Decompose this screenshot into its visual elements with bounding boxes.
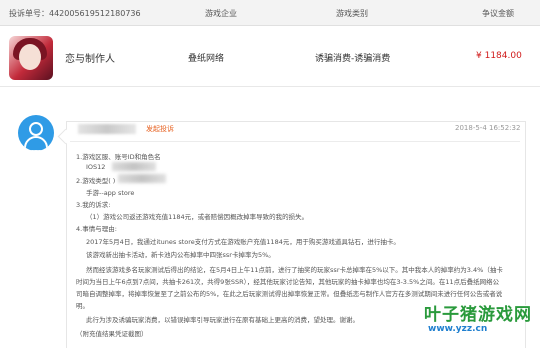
post-line: 时间为当日上午6点到7点间，共抽卡261次，共得9张SSR），经其他玩家讨论告知… — [76, 278, 500, 286]
dispute-amount: ¥ 1184.00 — [476, 51, 522, 61]
post-line: IOS12 — [86, 163, 106, 171]
game-name[interactable]: 恋与制作人 — [65, 50, 115, 65]
blurred-username — [78, 124, 136, 134]
watermark-url: www.yzz.cn — [428, 324, 488, 334]
complaint-table-header: 投诉单号：442005619512180736 游戏企业 游戏类别 争议金额 — [0, 0, 540, 26]
post-line: 此行为涉及诱骗玩家消费，以错误掉率引导玩家进行在原有基础上更高的消费，望处理。谢… — [86, 316, 359, 324]
game-company: 叠纸网络 — [188, 54, 225, 64]
divider — [70, 141, 520, 142]
complaint-status[interactable]: 发起投诉 — [146, 124, 174, 134]
site-watermark: 叶子猪游戏网 www.yzz.cn — [424, 300, 536, 344]
post-line: 手游--app store — [86, 189, 135, 197]
redacted-text — [112, 162, 156, 171]
user-avatar-icon[interactable] — [18, 115, 54, 151]
post-line: 明。 — [76, 302, 89, 310]
post-line: 4.事情与理由: — [76, 225, 117, 233]
post-line: 3.我的诉求: — [76, 201, 111, 209]
post-line: （1）游戏公司返还游戏充值1184元，或者赔偿因概改掉率导致的我的损失。 — [86, 213, 309, 221]
column-header-company: 游戏企业 — [205, 9, 237, 18]
watermark-brand: 叶子猪游戏网 — [424, 305, 532, 325]
column-header-category: 游戏类别 — [336, 9, 368, 18]
post-line: 然而经该游戏多名玩家测试后得出的结论，在5月4日上午11点前，进行了抽奖的玩家s… — [86, 266, 503, 274]
post-line: 该游戏新出抽卡活动，新卡池内公布掉率中四张ssr卡掉率为5%。 — [86, 251, 275, 259]
post-line: 2.游戏类型( ) — [76, 177, 116, 185]
post-line: 1.游戏区服、账号ID和角色名 — [76, 153, 161, 161]
column-header-amount: 争议金额 — [482, 9, 514, 18]
post-line: （附充值结果凭证截图） — [76, 330, 148, 338]
game-category: 诱骗消费-诱骗消费 — [315, 54, 391, 64]
game-icon[interactable] — [9, 36, 53, 80]
complaint-number: 投诉单号：442005619512180736 — [9, 9, 141, 18]
post-line: 司暗自调整掉率，将掉率恢复至了之前公布的5%，在此之后玩家测试得出掉率恢复正常。… — [76, 290, 503, 298]
post-line: 2017年5月4日，我通过itunes store支付方式在游戏账户充值1184… — [86, 238, 400, 246]
post-timestamp: 2018-5-4 16:52:32 — [455, 124, 521, 132]
redacted-text — [118, 174, 166, 183]
